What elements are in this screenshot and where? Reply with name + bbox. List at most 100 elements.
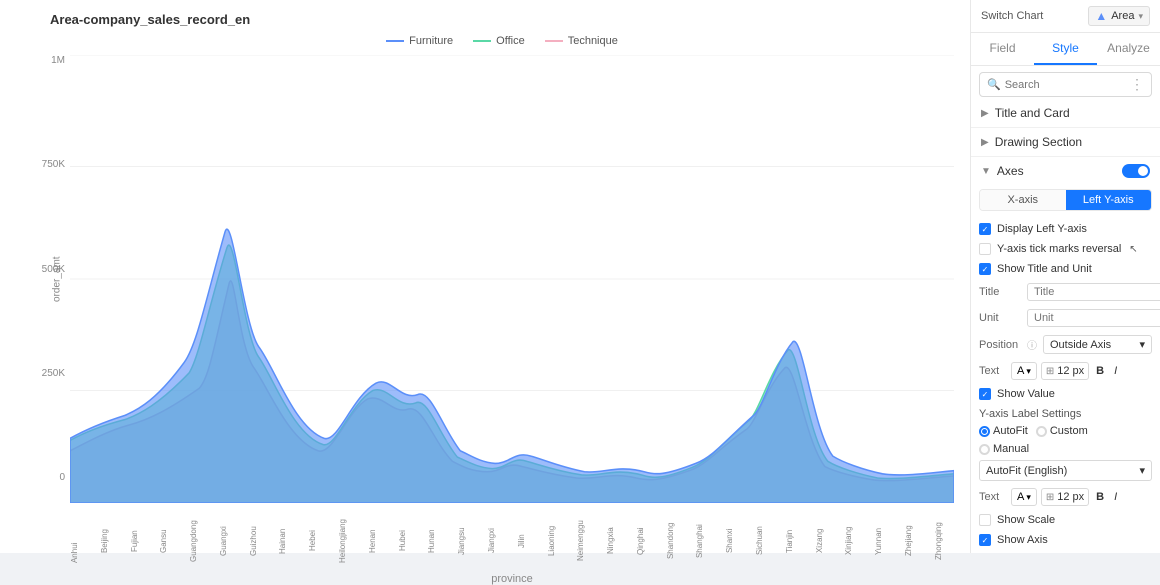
chevron-down-icon-3: ▾ (1026, 366, 1031, 377)
search-box: 🔍 ⋮ (979, 72, 1152, 97)
bold-button-2[interactable]: B (1093, 491, 1107, 503)
search-icon: 🔍 (987, 78, 1001, 91)
radio-custom[interactable]: Custom (1036, 425, 1088, 437)
radio-manual[interactable]: Manual (979, 443, 1029, 455)
px-input-2[interactable]: ⊞ 12 px (1041, 488, 1089, 506)
drawing-section: ▶ Drawing Section (971, 128, 1160, 157)
axes-toggle[interactable] (1122, 164, 1150, 178)
y-ticks: 1M 750K 500K 250K 0 (30, 55, 65, 483)
px-unit-2: px (1073, 491, 1085, 503)
radio-custom-label: Custom (1050, 425, 1088, 437)
show-axis-label: Show Axis (997, 534, 1048, 546)
bold-button[interactable]: B (1093, 365, 1107, 377)
display-left-yaxis-checkbox[interactable] (979, 223, 991, 235)
unit-form-label: Unit (979, 312, 1021, 324)
px-input[interactable]: ⊞ 12 px (1041, 362, 1089, 380)
italic-button-2[interactable]: I (1111, 491, 1120, 503)
cursor-icon: ↖ (1129, 244, 1137, 255)
axes-section: ▼ Axes X-axis Left Y-axis Display Left Y… (971, 157, 1160, 553)
text-font-value-2: A (1017, 491, 1024, 503)
font-size-icon-2: ⊞ (1046, 492, 1054, 503)
radio-autofit-label: AutoFit (993, 425, 1028, 437)
show-axis-row: Show Axis (979, 530, 1152, 550)
axes-panel-body: Display Left Y-axis Y-axis tick marks re… (971, 215, 1160, 553)
right-panel: Switch Chart ▲ Area ▾ Field Style Analyz… (970, 0, 1160, 553)
unit-input[interactable] (1027, 309, 1160, 327)
italic-button[interactable]: I (1111, 365, 1120, 377)
text-font-select-2[interactable]: A ▾ (1011, 488, 1037, 506)
text-row-1: Text A ▾ ⊞ 12 px B I (979, 358, 1152, 384)
area-chart-icon: ▲ (1095, 9, 1107, 23)
text-label-1: Text (979, 365, 1007, 377)
panel-header: Switch Chart ▲ Area ▾ (971, 0, 1160, 33)
text-row-2: Text A ▾ ⊞ 12 px B I (979, 484, 1152, 510)
right-arrow-icon-2: ▶ (981, 137, 989, 148)
show-title-unit-checkbox[interactable] (979, 263, 991, 275)
position-value: Outside Axis (1050, 339, 1111, 351)
show-scale-row: Show Scale (979, 510, 1152, 530)
chevron-down-icon-5: ▾ (1026, 492, 1031, 503)
panel-tabs: Field Style Analyze (971, 33, 1160, 66)
left-yaxis-tab[interactable]: Left Y-axis (1066, 190, 1152, 210)
chart-title: Area-company_sales_record_en (50, 12, 954, 27)
show-title-unit-row: Show Title and Unit (979, 259, 1152, 279)
autofit-select-value: AutoFit (English) (986, 465, 1067, 477)
display-left-yaxis-row: Display Left Y-axis (979, 219, 1152, 239)
radio-dot-autofit (979, 426, 990, 437)
px-value-2: 12 (1057, 491, 1069, 503)
radio-manual-label: Manual (993, 443, 1029, 455)
text-label-2: Text (979, 491, 1007, 503)
yaxis-tick-reversal-label: Y-axis tick marks reversal (997, 243, 1121, 255)
info-icon: ⓘ (1027, 337, 1037, 352)
chevron-down-icon-2: ▾ (1139, 338, 1145, 351)
chart-type-selector[interactable]: ▲ Area ▾ (1088, 6, 1150, 26)
more-options-icon[interactable]: ⋮ (1130, 76, 1144, 93)
chevron-down-icon-4: ▾ (1139, 464, 1145, 477)
tab-analyze[interactable]: Analyze (1097, 33, 1160, 65)
tab-field[interactable]: Field (971, 33, 1034, 65)
position-label: Position (979, 339, 1021, 351)
radio-group: AutoFit Custom (979, 422, 1152, 440)
xaxis-tab[interactable]: X-axis (980, 190, 1066, 210)
radio-dot-manual (979, 444, 990, 455)
chart-container: Area-company_sales_record_en Furniture O… (0, 0, 970, 553)
radio-dot-custom (1036, 426, 1047, 437)
switch-chart-label: Switch Chart (981, 10, 1043, 22)
text-font-select[interactable]: A ▾ (1011, 362, 1037, 380)
show-scale-checkbox[interactable] (979, 514, 991, 526)
chart-wrapper: order_amt 1M 750K 500K 250K 0 (50, 55, 954, 503)
axes-tabs: X-axis Left Y-axis (979, 189, 1152, 211)
chart-area: 1M 750K 500K 250K 0 (70, 55, 954, 503)
right-arrow-icon: ▶ (981, 108, 989, 119)
tab-style[interactable]: Style (1034, 33, 1097, 65)
position-select[interactable]: Outside Axis ▾ (1043, 335, 1152, 354)
legend-item-office: Office (473, 35, 525, 47)
yaxis-tick-reversal-row: Y-axis tick marks reversal ↖ (979, 239, 1152, 259)
radio-autofit[interactable]: AutoFit (979, 425, 1028, 437)
axes-header[interactable]: ▼ Axes (971, 157, 1160, 185)
axes-label: Axes (997, 164, 1122, 178)
chart-legend: Furniture Office Technique (50, 35, 954, 47)
unit-form-row: Unit (979, 305, 1152, 331)
title-input[interactable] (1027, 283, 1160, 301)
show-axis-checkbox[interactable] (979, 534, 991, 546)
drawing-section-label: Drawing Section (995, 135, 1150, 149)
show-value-label: Show Value (997, 388, 1055, 400)
radio-group-2: Manual (979, 440, 1152, 457)
x-axis-label: province (70, 573, 954, 585)
title-form-label: Title (979, 286, 1021, 298)
title-and-card-section: ▶ Title and Card (971, 99, 1160, 128)
drawing-section-header[interactable]: ▶ Drawing Section (971, 128, 1160, 156)
yaxis-tick-reversal-checkbox[interactable] (979, 243, 991, 255)
search-input[interactable] (1005, 79, 1126, 91)
title-card-header[interactable]: ▶ Title and Card (971, 99, 1160, 127)
title-card-label: Title and Card (995, 106, 1150, 120)
show-value-row: Show Value (979, 384, 1152, 404)
legend-item-technique: Technique (545, 35, 618, 47)
position-row: Position ⓘ Outside Axis ▾ (979, 331, 1152, 358)
autofit-select[interactable]: AutoFit (English) ▾ (979, 460, 1152, 481)
show-value-checkbox[interactable] (979, 388, 991, 400)
chevron-down-icon: ▾ (1138, 11, 1143, 22)
chart-type-label: Area (1111, 10, 1134, 22)
yaxis-label-settings: Y-axis Label Settings (979, 404, 1152, 422)
